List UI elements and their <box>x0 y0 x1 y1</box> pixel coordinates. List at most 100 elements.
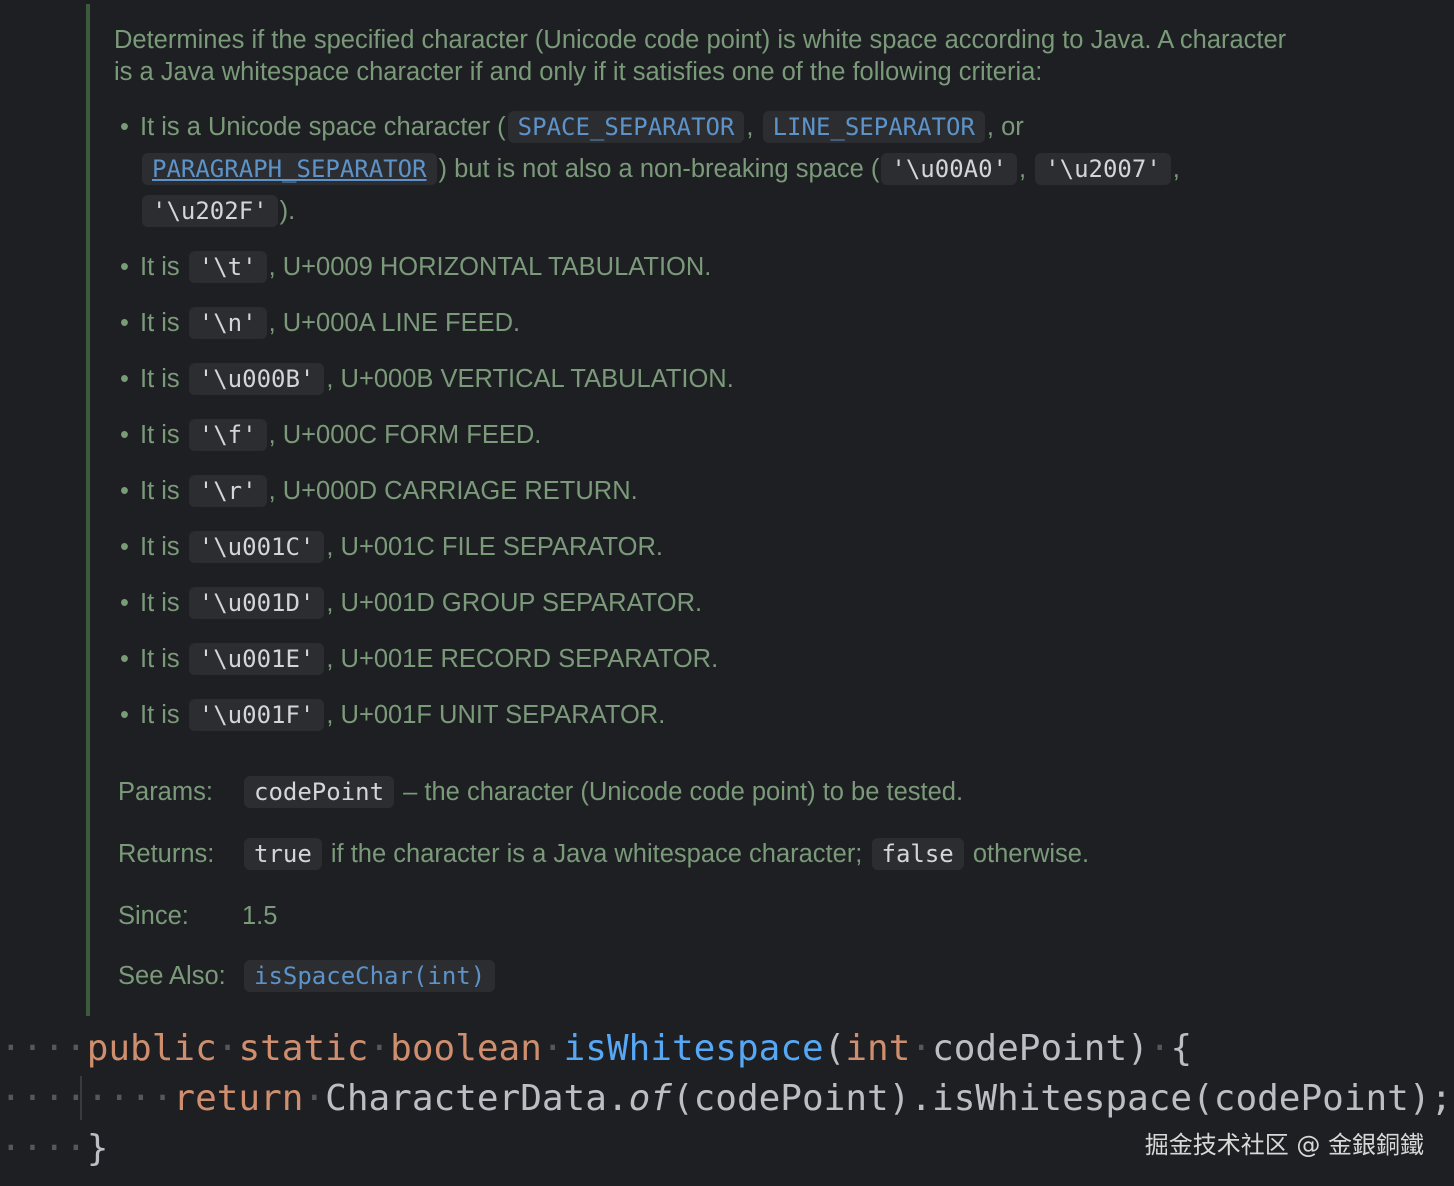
list-item: • It is '\u001E', U+001E RECORD SEPARATOR… <box>120 638 718 680</box>
item-desc: , U+000C FORM FEED. <box>268 421 542 449</box>
code-u2007: '\u2007' <box>1035 153 1171 185</box>
item-text: It is a Unicode space character ( <box>140 113 506 141</box>
item-desc: , U+000A LINE FEED. <box>268 309 521 337</box>
code-literal: '\u001F' <box>188 699 325 731</box>
code-u00a0: '\u00A0' <box>881 153 1017 185</box>
paragraph-separator-link[interactable]: PARAGRAPH_SEPARATOR <box>142 153 437 185</box>
method-name: isWhitespace <box>563 1028 824 1069</box>
list-item: • It is '\u000B', U+000B VERTICAL TABULAT… <box>120 358 734 400</box>
code-true: true <box>244 838 322 870</box>
separator-comma: , <box>1018 155 1027 183</box>
space-separator-link[interactable]: SPACE_SEPARATOR <box>507 111 745 143</box>
item-desc: , U+001C FILE SEPARATOR. <box>326 533 663 561</box>
keyword-static: static <box>238 1028 369 1069</box>
bullet-dot: • <box>120 253 129 281</box>
bullet-dot: • <box>120 309 129 337</box>
keyword-boolean: boolean <box>390 1028 542 1069</box>
param-name: codePoint <box>932 1028 1128 1069</box>
param-codepoint: codePoint <box>244 776 395 808</box>
item-text: It is <box>140 253 180 281</box>
brace-open: { <box>1170 1028 1193 1069</box>
isspacechar-link[interactable]: isSpaceChar(int) <box>244 960 496 992</box>
item-desc: , U+0009 HORIZONTAL TABULATION. <box>268 253 712 281</box>
item-text: ) but is not also a non-breaking space ( <box>438 155 880 183</box>
item-text: It is <box>140 589 180 617</box>
item-continuation-1: PARAGRAPH_SEPARATOR) but is not also a n… <box>140 148 1180 190</box>
code-literal: '\u000B' <box>188 363 325 395</box>
item-text: It is <box>140 309 180 337</box>
bullet-dot: • <box>120 701 129 729</box>
params-section: Params: codePoint – the character (Unicod… <box>118 776 964 808</box>
brace-close: } <box>86 1128 109 1169</box>
line-separator-link[interactable]: LINE_SEPARATOR <box>762 111 985 143</box>
call-chain: (codePoint).isWhitespace(codePoint); <box>671 1078 1453 1119</box>
list-item: • It is '\r', U+000D CARRIAGE RETURN. <box>120 470 638 512</box>
since-section: Since: 1.5 <box>118 902 277 931</box>
item-text: It is <box>140 421 180 449</box>
keyword-int: int <box>845 1028 911 1069</box>
bullet-dot: • <box>120 477 129 505</box>
bullet-dot: • <box>120 421 129 449</box>
code-line-1[interactable]: ····public·static·boolean·isWhitespace(i… <box>0 1028 1192 1069</box>
code-literal: '\u001C' <box>188 531 325 563</box>
bullet-dot: • <box>120 589 129 617</box>
static-method-of: of <box>628 1078 672 1119</box>
indent-dots: ···· <box>0 1078 87 1119</box>
watermark: 掘金技术社区 @ 金銀銅鐵 <box>1144 1131 1424 1159</box>
code-literal: '\u001D' <box>188 587 325 619</box>
item-continuation-2: '\u202F'). <box>140 190 295 232</box>
list-item: • It is '\f', U+000C FORM FEED. <box>120 414 541 456</box>
params-desc: – the character (Unicode code point) to … <box>403 778 964 806</box>
see-also-section: See Also: isSpaceChar(int) <box>118 960 497 992</box>
list-item: • It is '\n', U+000A LINE FEED. <box>120 302 520 344</box>
paren-close: ) <box>1127 1028 1149 1069</box>
bullet-dot: • <box>120 365 129 393</box>
returns-desc: otherwise. <box>972 840 1090 868</box>
item-desc: , U+000B VERTICAL TABULATION. <box>326 365 734 393</box>
item-text: It is <box>140 477 180 505</box>
indent-dots: ···· <box>0 1028 87 1069</box>
item-text: It is <box>140 365 180 393</box>
code-literal: '\t' <box>188 251 267 283</box>
code-false: false <box>871 838 964 870</box>
code-literal: '\u001E' <box>188 643 325 675</box>
indent-dots: ···· <box>86 1078 174 1119</box>
code-literal: '\n' <box>188 307 267 339</box>
item-text: ). <box>279 197 296 225</box>
bullet-dot: • <box>120 533 129 561</box>
item-text: It is <box>140 645 180 673</box>
separator-or: , or <box>986 113 1024 141</box>
class-name: CharacterData. <box>325 1078 629 1119</box>
list-item: • It is '\u001C', U+001C FILE SEPARATOR. <box>120 526 663 568</box>
separator-comma: , <box>746 113 754 141</box>
bullet-dot: • <box>120 645 129 673</box>
code-literal: '\f' <box>188 419 267 451</box>
returns-text: if the character is a Java whitespace ch… <box>330 840 863 868</box>
item-desc: , U+001D GROUP SEPARATOR. <box>326 589 703 617</box>
item-text: It is <box>140 533 180 561</box>
returns-section: Returns: true if the character is a Java … <box>118 838 1090 870</box>
doc-intro: Determines if the specified character (U… <box>114 26 1287 86</box>
since-value: 1.5 <box>242 902 278 930</box>
params-label: Params: <box>118 778 213 806</box>
code-u202f: '\u202F' <box>142 195 278 227</box>
item-desc: , U+000D CARRIAGE RETURN. <box>268 477 638 505</box>
indent-dots: ···· <box>0 1128 87 1169</box>
item-desc: , U+001F UNIT SEPARATOR. <box>326 701 666 729</box>
keyword-public: public <box>86 1028 217 1069</box>
list-item: • It is '\t', U+0009 HORIZONTAL TABULATIO… <box>120 246 711 288</box>
separator-comma: , <box>1172 155 1180 183</box>
item-desc: , U+001E RECORD SEPARATOR. <box>326 645 719 673</box>
list-item: • It is '\u001F', U+001F UNIT SEPARATOR. <box>120 694 665 736</box>
item-text: It is <box>140 701 180 729</box>
since-label: Since: <box>118 902 189 930</box>
code-line-3[interactable]: ····} <box>0 1128 108 1169</box>
code-literal: '\r' <box>188 475 267 507</box>
paren-open: ( <box>823 1028 846 1069</box>
see-also-label: See Also: <box>118 962 226 990</box>
doc-left-border <box>86 4 90 1016</box>
list-item-unicode-space: • It is a Unicode space character (SPACE_… <box>120 106 1180 227</box>
keyword-return: return <box>173 1078 304 1119</box>
code-line-2[interactable]: ········return·CharacterData.of(codePoin… <box>0 1078 1452 1119</box>
bullet-dot: • <box>120 113 129 141</box>
